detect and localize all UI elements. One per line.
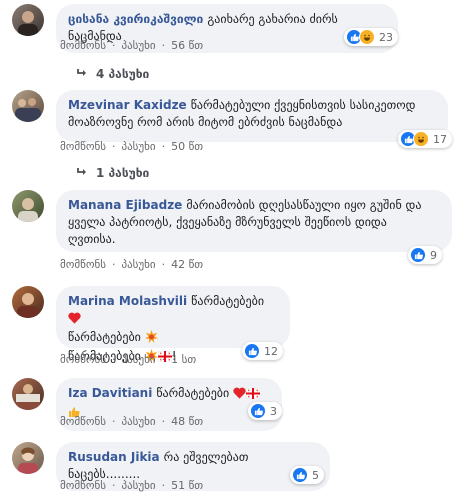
haha-icon (413, 131, 429, 147)
separator: · (161, 39, 166, 52)
like-icon (250, 403, 266, 419)
comment-bubble: Mzevinar Kaxidze წარმატებული ქვეყნისთვის … (56, 90, 448, 142)
comment-author[interactable]: Mzevinar Kaxidze (68, 98, 187, 112)
reply-action[interactable]: პასუხი (121, 415, 155, 428)
separator: · (111, 140, 116, 153)
reply-action[interactable]: პასუხი (121, 39, 155, 52)
comment-actions: მომწონს · პასუხი · 56 წთ (60, 39, 209, 52)
comment-text: ყველა პატრიოტს, ქვეყანაზე მზრუნველს შეეწ… (68, 215, 387, 229)
timestamp[interactable]: 50 წთ (171, 140, 203, 153)
comment-actions: მომწონს · პასუხი · 42 წთ (60, 258, 209, 271)
like-action[interactable]: მომწონს (60, 415, 106, 428)
comment: Iza Davitiani წარმატებები 3 მომწონს · პას… (12, 378, 458, 431)
haha-icon (359, 29, 375, 45)
comment-author[interactable]: Marina Molashvili (68, 294, 187, 308)
like-icon (292, 467, 308, 483)
reply-arrow-icon (76, 67, 88, 81)
reaction-count: 12 (264, 344, 278, 358)
comment-actions: მომწონს · პასუხი · 50 წთ (60, 140, 209, 153)
separator: · (161, 353, 166, 366)
timestamp[interactable]: 48 წთ (171, 415, 203, 428)
like-action[interactable]: მომწონს (60, 353, 106, 366)
comment-text: წარმატებები (68, 330, 141, 344)
like-icon (410, 247, 426, 263)
comment-actions: მომწონს · პასუხი · 51 წთ (60, 479, 209, 492)
comment-text: წარმატებები (191, 294, 265, 308)
avatar[interactable] (12, 4, 44, 36)
comment-author[interactable]: ცისანა კვირიკაშვილი (68, 12, 203, 26)
reaction-count: 5 (312, 468, 319, 482)
comment-author[interactable]: Iza Davitiani (68, 386, 152, 400)
like-action[interactable]: მომწონს (60, 258, 106, 271)
separator: · (111, 353, 116, 366)
like-action[interactable]: მომწონს (60, 39, 106, 52)
reaction-count: 9 (430, 248, 437, 262)
view-replies[interactable]: 4 პასუხი (76, 67, 149, 81)
separator: · (111, 258, 116, 271)
separator: · (161, 415, 166, 428)
reaction-count: 23 (379, 30, 393, 44)
separator: · (161, 479, 166, 492)
reactions-summary[interactable]: 3 (248, 402, 282, 420)
separator: · (111, 479, 116, 492)
fire-emoji (144, 330, 158, 348)
heart-emoji (233, 387, 246, 404)
avatar[interactable] (12, 90, 44, 122)
comment-text: მარიამობის დღესასწაული იყო გუშინ და (186, 198, 422, 212)
avatar[interactable] (12, 190, 44, 222)
like-action[interactable]: მომწონს (60, 140, 106, 153)
replies-label[interactable]: 4 პასუხი (96, 67, 149, 81)
separator: · (161, 258, 166, 271)
reply-arrow-icon (76, 166, 88, 180)
comment-bubble: Marina Molashvili წარმატებები წარმატებები… (56, 286, 290, 363)
reactions-summary[interactable]: 9 (408, 246, 442, 264)
reactions-summary[interactable]: 23 (344, 28, 398, 46)
comment-text: მოაზროვნე რომ არის მიტომ ებრძვის ნაცმანდ… (68, 115, 343, 129)
separator: · (111, 39, 116, 52)
reactions-summary[interactable]: 17 (398, 130, 452, 148)
reactions-summary[interactable]: 5 (290, 466, 324, 484)
avatar[interactable] (12, 442, 44, 474)
timestamp[interactable]: 42 წთ (171, 258, 203, 271)
comment-text: წარმატებული ქვეყნისთვის სასიკეთოდ (190, 98, 416, 112)
separator: · (161, 140, 166, 153)
comment-author[interactable]: Manana Ejibadze (68, 198, 182, 212)
replies-label[interactable]: 1 პასუხი (96, 166, 149, 180)
timestamp[interactable]: 56 წთ (171, 39, 203, 52)
like-icon (244, 343, 260, 359)
avatar[interactable] (12, 286, 44, 318)
comment: Mzevinar Kaxidze წარმატებული ქვეყნისთვის … (12, 90, 458, 180)
reaction-count: 3 (270, 404, 277, 418)
reply-action[interactable]: პასუხი (121, 353, 155, 366)
comment: Rusudan Jikia რა ეშველებათ ნაცებს........… (12, 442, 458, 498)
reply-action[interactable]: პასუხი (121, 479, 155, 492)
separator: · (111, 415, 116, 428)
comment: Manana Ejibadze მარიამობის დღესასწაული იყ… (12, 190, 458, 272)
reaction-count: 17 (433, 132, 447, 146)
timestamp[interactable]: 51 წთ (171, 479, 203, 492)
comment: ცისანა კვირიკაშვილი გაიხარე გახარია ძირს … (12, 4, 458, 84)
reactions-summary[interactable]: 12 (242, 342, 283, 360)
reply-action[interactable]: პასუხი (121, 140, 155, 153)
like-action[interactable]: მომწონს (60, 479, 106, 492)
comment-bubble: Manana Ejibadze მარიამობის დღესასწაული იყ… (56, 190, 452, 252)
view-replies[interactable]: 1 პასუხი (76, 166, 149, 180)
comment-actions: მომწონს · პასუხი · 48 წთ (60, 415, 209, 428)
heart-emoji (68, 312, 81, 329)
timestamp[interactable]: 1 სთ (171, 353, 196, 366)
reply-action[interactable]: პასუხი (121, 258, 155, 271)
comment-actions: მომწონს · პასუხი · 1 სთ (60, 353, 202, 366)
comment-author[interactable]: Rusudan Jikia (68, 450, 160, 464)
comment-text: ღვთისა. (68, 232, 116, 246)
comment: Marina Molashvili წარმატებები წარმატებები… (12, 286, 458, 368)
comment-text: წარმატებები (156, 386, 230, 400)
avatar[interactable] (12, 378, 44, 410)
